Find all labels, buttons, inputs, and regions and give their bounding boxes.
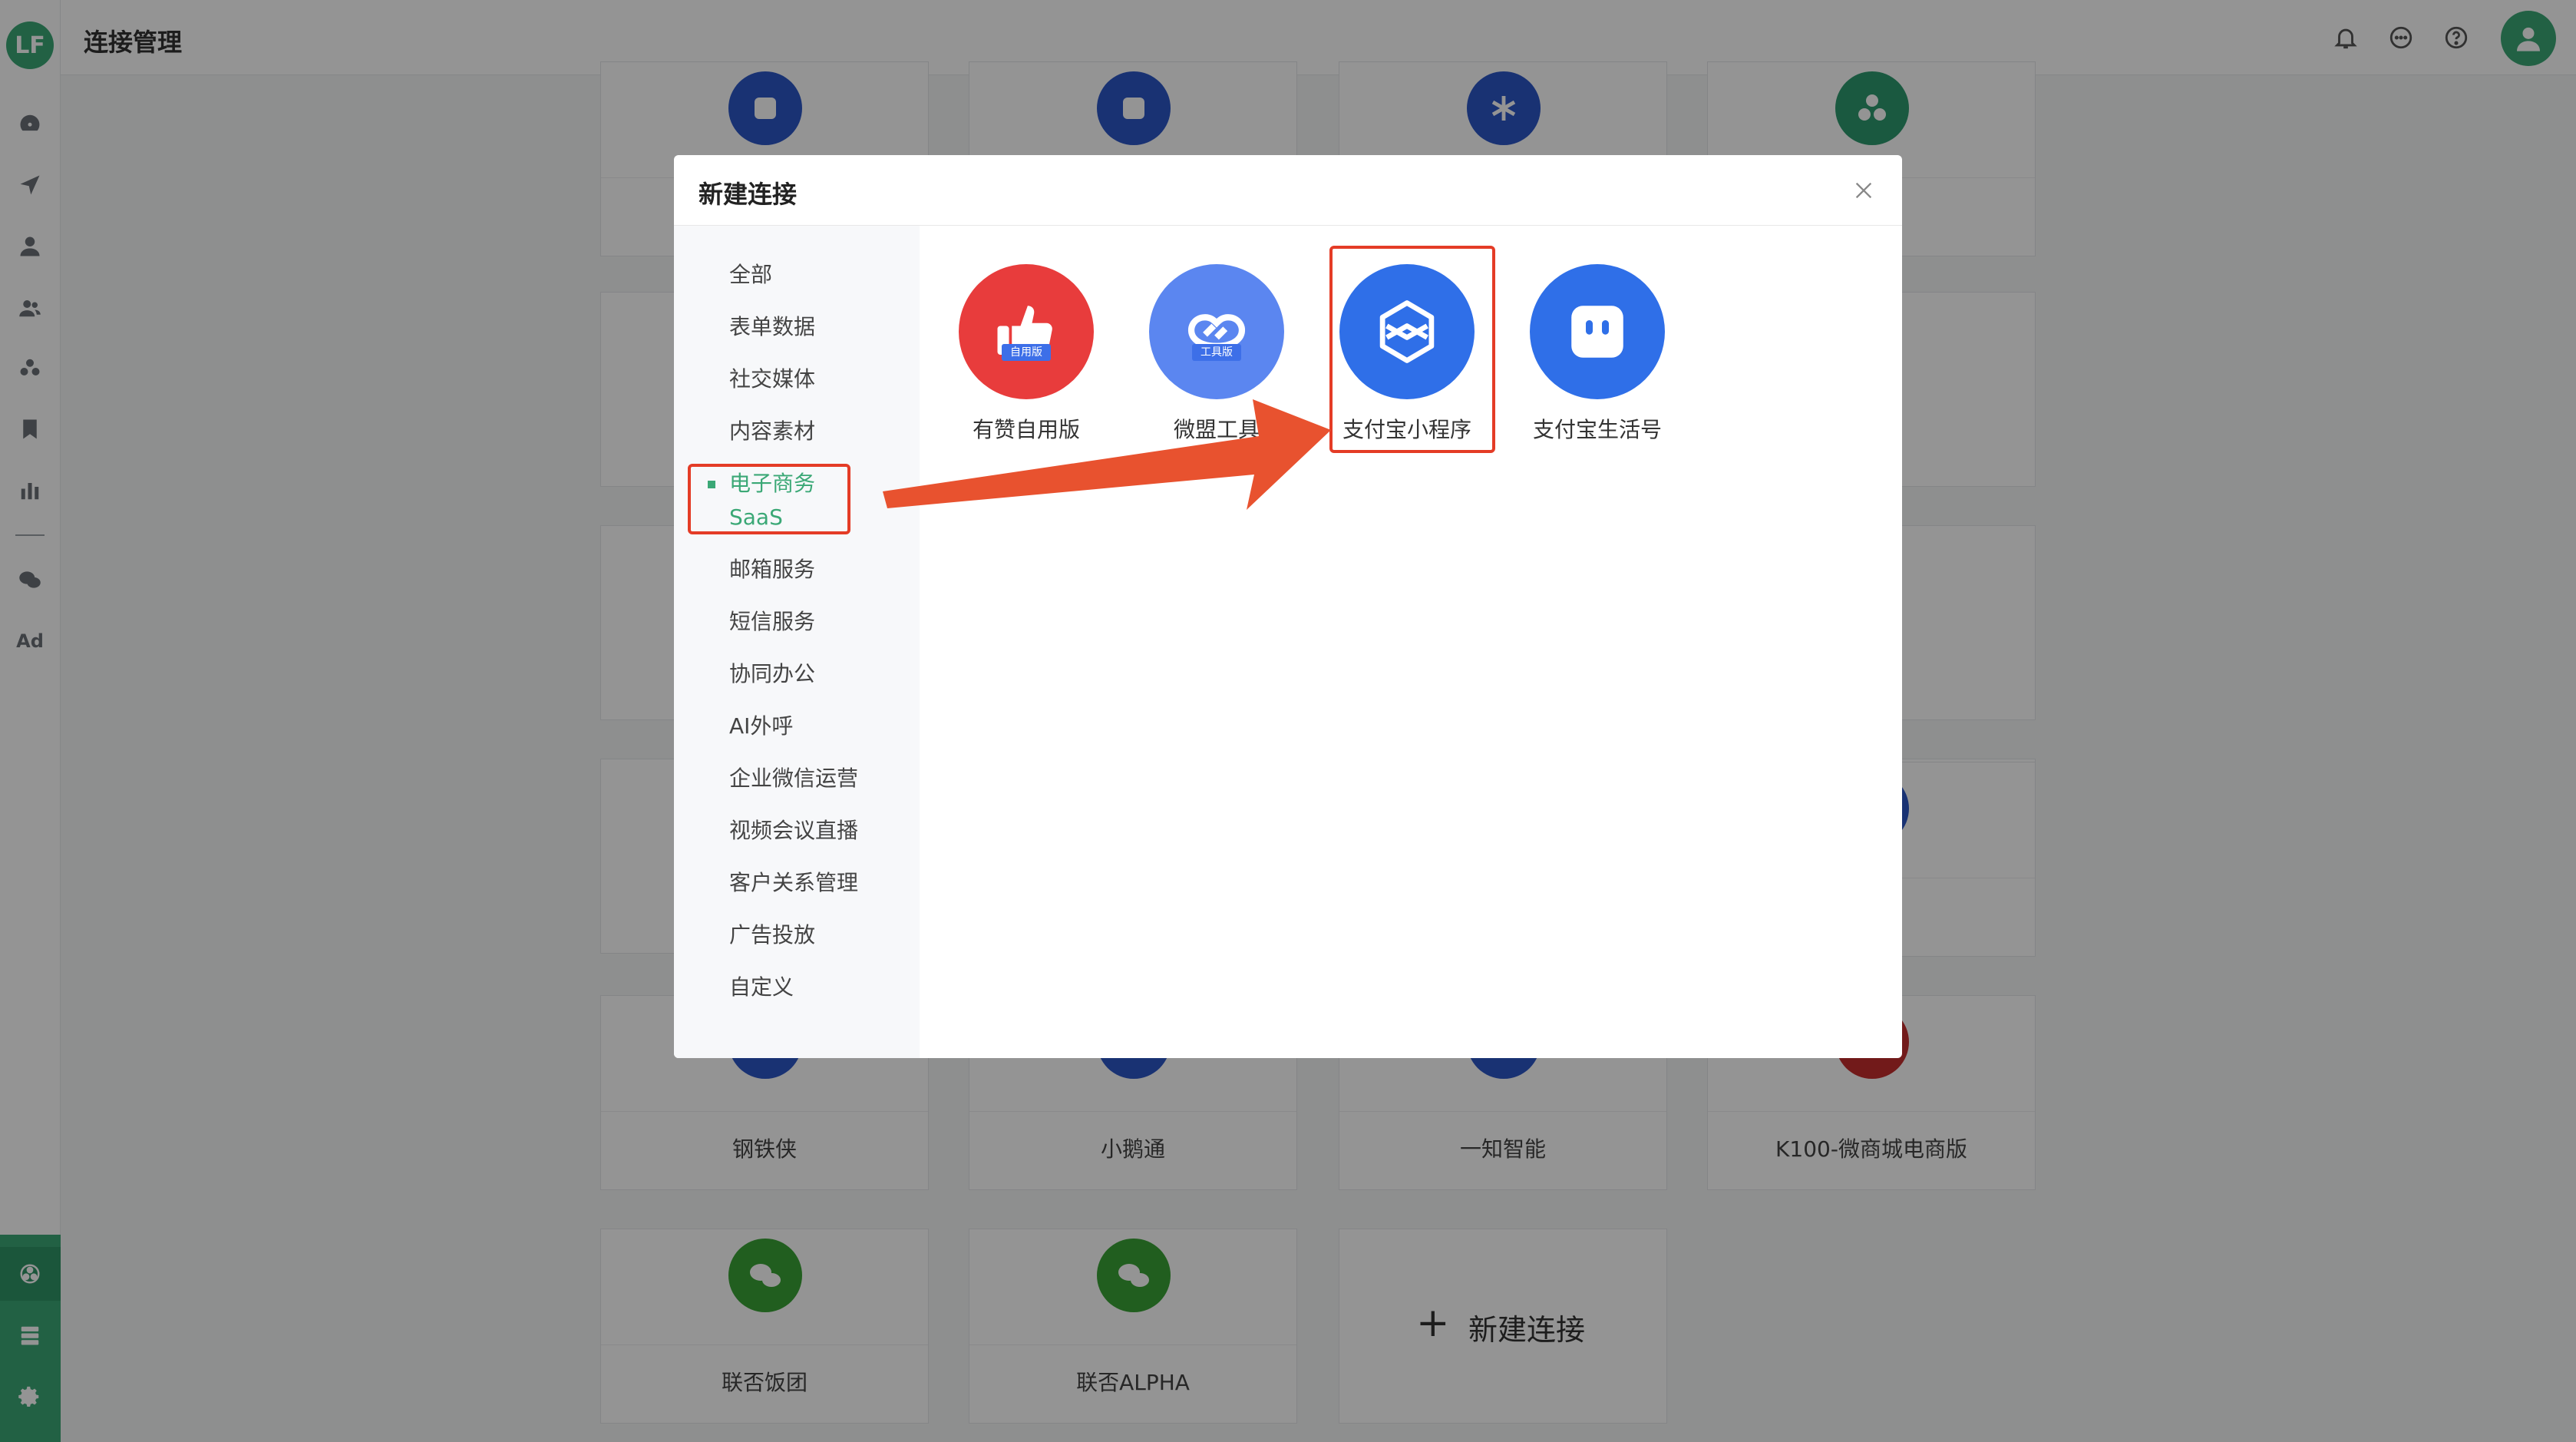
category-advertising[interactable]: 广告投放 (729, 918, 815, 952)
category-form-data[interactable]: 表单数据 (729, 310, 815, 344)
category-video-meeting-live[interactable]: 视频会议直播 (729, 814, 858, 848)
category-ai-outbound-call[interactable]: AI外呼 (729, 709, 793, 743)
category-list: 全部 表单数据 社交媒体 内容素材 电子商务 SaaS 邮箱服务 短信服务 协同… (674, 226, 920, 1058)
app-badge: 自用版 (1002, 344, 1051, 361)
category-collaboration[interactable]: 协同办公 (729, 657, 815, 691)
app-icon-circle: 自用版 (959, 264, 1094, 399)
modal-title: 新建连接 (698, 180, 798, 209)
app-tile-weimob-tool[interactable]: 工具版 微盟工具 (1144, 264, 1290, 444)
app-icon-circle (1530, 264, 1665, 399)
alipay-life-icon (1571, 306, 1623, 358)
close-icon[interactable] (1848, 175, 1879, 206)
new-connection-modal: 新建连接 全部 表单数据 社交媒体 内容素材 电子商务 SaaS 邮箱服务 短信… (674, 155, 1902, 1058)
category-content-material[interactable]: 内容素材 (729, 415, 815, 448)
category-custom[interactable]: 自定义 (729, 971, 794, 1004)
highlight-box-category (688, 464, 850, 534)
category-sms-service[interactable]: 短信服务 (729, 605, 815, 639)
app-tile-alipay-life[interactable]: 支付宝生活号 (1524, 264, 1670, 444)
category-social-media[interactable]: 社交媒体 (729, 362, 815, 396)
app-name: 微盟工具 (1173, 417, 1260, 442)
modal-header: 新建连接 (674, 155, 1902, 226)
highlight-box-app (1329, 246, 1495, 453)
app-name: 有赞自用版 (972, 417, 1080, 442)
category-crm[interactable]: 客户关系管理 (729, 866, 858, 900)
app-badge: 工具版 (1192, 344, 1241, 361)
category-email-service[interactable]: 邮箱服务 (729, 553, 815, 587)
app-tile-youzan-self[interactable]: 自用版 有赞自用版 (953, 264, 1099, 444)
app-icon-circle: 工具版 (1149, 264, 1284, 399)
category-wecom-operation[interactable]: 企业微信运营 (729, 762, 858, 795)
app-name: 支付宝生活号 (1532, 417, 1662, 442)
category-all[interactable]: 全部 (729, 258, 772, 292)
